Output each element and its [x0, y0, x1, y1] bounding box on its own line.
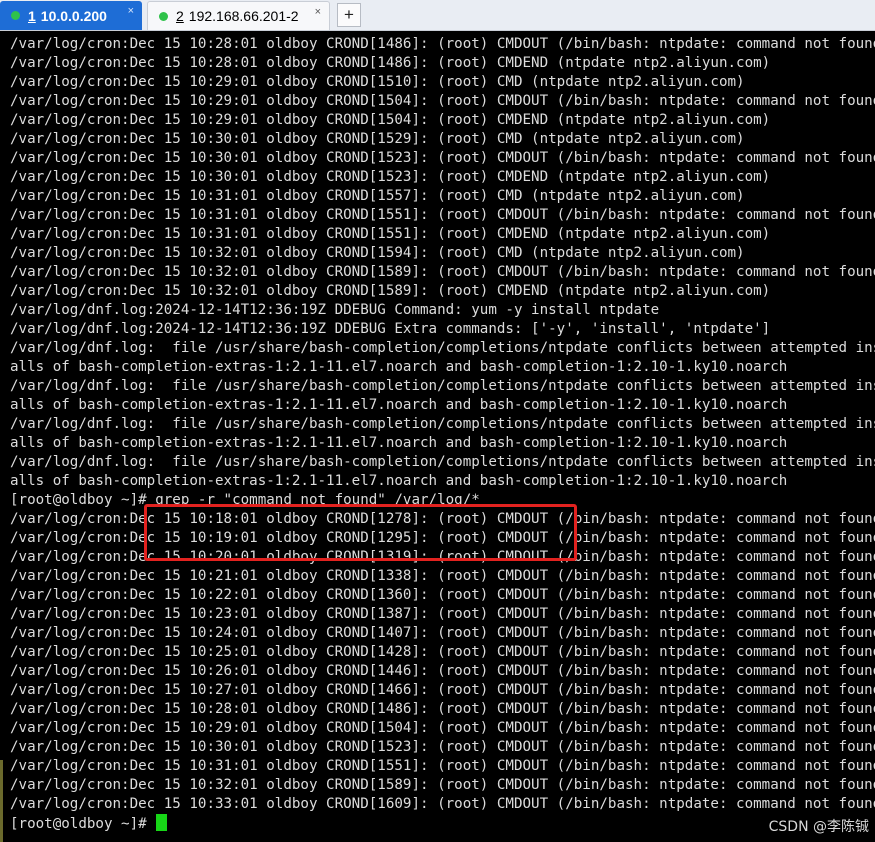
watermark: CSDN @李陈铖	[768, 819, 869, 835]
terminal-line: /var/log/cron:Dec 15 10:25:01 oldboy CRO…	[10, 644, 875, 660]
terminal-line: /var/log/dnf.log:2024-12-14T12:36:19Z DD…	[10, 302, 660, 318]
terminal-line: alls of bash-completion-extras-1:2.1-11.…	[10, 473, 788, 489]
add-tab-button[interactable]: +	[337, 3, 361, 27]
terminal-line: /var/log/cron:Dec 15 10:28:01 oldboy CRO…	[10, 55, 771, 71]
connected-status-icon	[11, 11, 20, 20]
terminal-line: /var/log/dnf.log:2024-12-14T12:36:19Z DD…	[10, 321, 771, 337]
tab-title: 192.168.66.201-2	[188, 8, 299, 24]
terminal-line: /var/log/cron:Dec 15 10:27:01 oldboy CRO…	[10, 682, 875, 698]
terminal-line: /var/log/cron:Dec 15 10:32:01 oldboy CRO…	[10, 283, 771, 299]
terminal-line: /var/log/cron:Dec 15 10:31:01 oldboy CRO…	[10, 207, 875, 223]
terminal-line: /var/log/cron:Dec 15 10:29:01 oldboy CRO…	[10, 93, 875, 109]
cursor-block	[156, 814, 168, 831]
tab-bar: 1 10.0.0.200 × 2 192.168.66.201-2 × +	[0, 0, 875, 31]
terminal-line: alls of bash-completion-extras-1:2.1-11.…	[10, 435, 788, 451]
tab-session-2[interactable]: 2 192.168.66.201-2 ×	[147, 1, 330, 30]
terminal-line: /var/log/cron:Dec 15 10:19:01 oldboy CRO…	[10, 530, 875, 546]
terminal-line: /var/log/cron:Dec 15 10:28:01 oldboy CRO…	[10, 36, 875, 52]
terminal-line: /var/log/dnf.log: file /usr/share/bash-c…	[10, 454, 875, 470]
terminal-lines: /var/log/cron:Dec 15 10:28:01 oldboy CRO…	[10, 35, 875, 833]
shell-prompt: [root@oldboy ~]#	[10, 816, 156, 832]
terminal-line: /var/log/cron:Dec 15 10:22:01 oldboy CRO…	[10, 587, 875, 603]
terminal-line: /var/log/cron:Dec 15 10:29:01 oldboy CRO…	[10, 720, 875, 736]
terminal-line: /var/log/cron:Dec 15 10:29:01 oldboy CRO…	[10, 74, 745, 90]
terminal-line: /var/log/cron:Dec 15 10:30:01 oldboy CRO…	[10, 150, 875, 166]
terminal-output[interactable]: /var/log/cron:Dec 15 10:28:01 oldboy CRO…	[0, 31, 875, 842]
tab-number: 2	[176, 8, 184, 24]
terminal-line: /var/log/cron:Dec 15 10:30:01 oldboy CRO…	[10, 739, 875, 755]
terminal-line: [root@oldboy ~]# grep -r "command not fo…	[10, 492, 480, 508]
desktop-edge	[0, 760, 3, 842]
prompt-line[interactable]: [root@oldboy ~]#	[10, 814, 875, 833]
terminal-line: /var/log/cron:Dec 15 10:20:01 oldboy CRO…	[10, 549, 875, 565]
terminal-line: /var/log/cron:Dec 15 10:21:01 oldboy CRO…	[10, 568, 875, 584]
terminal-line: /var/log/dnf.log: file /usr/share/bash-c…	[10, 340, 875, 356]
terminal-line: /var/log/cron:Dec 15 10:32:01 oldboy CRO…	[10, 264, 875, 280]
terminal-line: /var/log/cron:Dec 15 10:30:01 oldboy CRO…	[10, 131, 745, 147]
terminal-line: /var/log/cron:Dec 15 10:31:01 oldboy CRO…	[10, 226, 771, 242]
terminal-line: /var/log/dnf.log: file /usr/share/bash-c…	[10, 416, 875, 432]
connected-status-icon	[159, 11, 168, 21]
tab-title: 10.0.0.200	[40, 7, 107, 24]
close-tab-icon[interactable]: ×	[315, 7, 321, 18]
terminal-line: /var/log/cron:Dec 15 10:31:01 oldboy CRO…	[10, 758, 875, 774]
terminal-line: /var/log/cron:Dec 15 10:31:01 oldboy CRO…	[10, 188, 745, 204]
terminal-line: /var/log/cron:Dec 15 10:26:01 oldboy CRO…	[10, 663, 875, 679]
tab-session-1[interactable]: 1 10.0.0.200 ×	[0, 1, 142, 30]
terminal-line: /var/log/cron:Dec 15 10:29:01 oldboy CRO…	[10, 112, 771, 128]
terminal-line: /var/log/dnf.log: file /usr/share/bash-c…	[10, 378, 875, 394]
terminal-line: /var/log/cron:Dec 15 10:30:01 oldboy CRO…	[10, 169, 771, 185]
close-tab-icon[interactable]: ×	[128, 6, 134, 17]
terminal-line: /var/log/cron:Dec 15 10:32:01 oldboy CRO…	[10, 777, 875, 793]
terminal-line: alls of bash-completion-extras-1:2.1-11.…	[10, 397, 788, 413]
terminal-line: /var/log/cron:Dec 15 10:18:01 oldboy CRO…	[10, 511, 875, 527]
terminal-line: /var/log/cron:Dec 15 10:23:01 oldboy CRO…	[10, 606, 875, 622]
tab-number: 1	[28, 7, 36, 24]
terminal-line: /var/log/cron:Dec 15 10:24:01 oldboy CRO…	[10, 625, 875, 641]
terminal-line: alls of bash-completion-extras-1:2.1-11.…	[10, 359, 788, 375]
terminal-line: /var/log/cron:Dec 15 10:28:01 oldboy CRO…	[10, 701, 875, 717]
terminal-line: /var/log/cron:Dec 15 10:32:01 oldboy CRO…	[10, 245, 745, 261]
terminal-line: /var/log/cron:Dec 15 10:33:01 oldboy CRO…	[10, 796, 875, 812]
